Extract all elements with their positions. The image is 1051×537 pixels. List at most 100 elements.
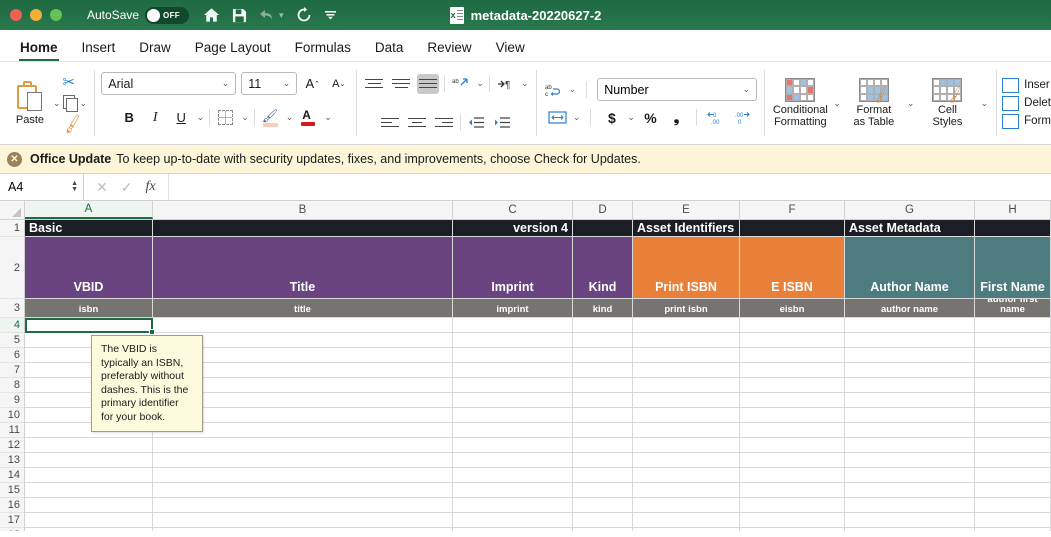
row-header-4[interactable]: 4 xyxy=(0,318,24,333)
cell-g4[interactable] xyxy=(845,318,975,333)
cell-g13[interactable] xyxy=(845,453,975,468)
cell-c14[interactable] xyxy=(453,468,573,483)
cell-b14[interactable] xyxy=(153,468,453,483)
row-header-5[interactable]: 5 xyxy=(0,333,24,348)
name-box[interactable]: A4 ▲ ▼ xyxy=(0,174,84,200)
tab-review[interactable]: Review xyxy=(415,40,483,61)
cell-d3[interactable]: kind xyxy=(573,299,633,318)
orientation-button[interactable]: ab xyxy=(450,73,471,94)
cell-h12[interactable] xyxy=(975,438,1051,453)
cell-e7[interactable] xyxy=(633,363,740,378)
column-header-h[interactable]: H xyxy=(975,201,1051,219)
cell-g17[interactable] xyxy=(845,513,975,528)
cell-f17[interactable] xyxy=(740,513,845,528)
fill-color-chevron-down-icon[interactable]: ⌄ xyxy=(286,112,294,123)
cell-b12[interactable] xyxy=(153,438,453,453)
cell-g14[interactable] xyxy=(845,468,975,483)
cell-a16[interactable] xyxy=(25,498,153,513)
cell-f12[interactable] xyxy=(740,438,845,453)
cell-g15[interactable] xyxy=(845,483,975,498)
row-header-15[interactable]: 15 xyxy=(0,483,24,498)
home-icon[interactable] xyxy=(203,7,220,23)
cell-d9[interactable] xyxy=(573,393,633,408)
tab-data[interactable]: Data xyxy=(363,40,416,61)
delete-cells-button[interactable]: Delet xyxy=(1002,95,1051,111)
cell-c17[interactable] xyxy=(453,513,573,528)
cell-d1[interactable] xyxy=(573,220,633,237)
increase-indent-button[interactable] xyxy=(492,112,513,133)
cell-b15[interactable] xyxy=(153,483,453,498)
cell-a17[interactable] xyxy=(25,513,153,528)
font-size-select[interactable]: 11 ⌄ xyxy=(241,72,298,95)
cell-g11[interactable] xyxy=(845,423,975,438)
autosave-toggle[interactable]: OFF xyxy=(145,6,190,24)
conditional-formatting-chevron-down-icon[interactable]: ⌄ xyxy=(833,98,841,109)
cell-a2[interactable]: VBID xyxy=(25,237,153,299)
cell-d7[interactable] xyxy=(573,363,633,378)
cell-f4[interactable] xyxy=(740,318,845,333)
increase-font-size-button[interactable]: A ⌃ xyxy=(302,73,323,94)
cell-f9[interactable] xyxy=(740,393,845,408)
cell-styles-button[interactable]: 🖌 Cell Styles xyxy=(919,78,975,128)
quick-access-toolbar[interactable]: ▾ xyxy=(203,7,337,23)
cell-f5[interactable] xyxy=(740,333,845,348)
cell-d13[interactable] xyxy=(573,453,633,468)
cell-d17[interactable] xyxy=(573,513,633,528)
cell-h9[interactable] xyxy=(975,393,1051,408)
cell-e12[interactable] xyxy=(633,438,740,453)
currency-chevron-down-icon[interactable]: ⌄ xyxy=(627,112,635,123)
cell-g1[interactable]: Asset Metadata xyxy=(845,220,975,237)
align-left-button[interactable] xyxy=(379,113,401,133)
cell-c5[interactable] xyxy=(453,333,573,348)
tab-draw[interactable]: Draw xyxy=(127,40,183,61)
text-direction-button[interactable]: ¶ xyxy=(495,73,516,94)
cell-c16[interactable] xyxy=(453,498,573,513)
paste-chevron-down-icon[interactable]: ⌄ xyxy=(53,98,61,109)
row-header-3[interactable]: 3 xyxy=(0,299,24,318)
cell-g2[interactable]: Author Name xyxy=(845,237,975,299)
cell-a13[interactable] xyxy=(25,453,153,468)
maximize-window-button[interactable] xyxy=(50,9,62,21)
comma-format-button[interactable]: ❟ xyxy=(666,107,687,128)
italic-button[interactable]: I xyxy=(145,107,166,128)
cell-c12[interactable] xyxy=(453,438,573,453)
cell-c6[interactable] xyxy=(453,348,573,363)
cell-e5[interactable] xyxy=(633,333,740,348)
cell-g12[interactable] xyxy=(845,438,975,453)
undo-chevron-down-icon[interactable]: ▾ xyxy=(279,10,284,21)
tab-view[interactable]: View xyxy=(484,40,537,61)
cell-e17[interactable] xyxy=(633,513,740,528)
font-color-button[interactable]: A xyxy=(298,107,319,128)
cell-a18[interactable] xyxy=(25,528,153,531)
autosave-control[interactable]: AutoSave OFF xyxy=(87,6,190,24)
cell-h8[interactable] xyxy=(975,378,1051,393)
cell-c18[interactable] xyxy=(453,528,573,531)
column-header-d[interactable]: D xyxy=(573,201,633,219)
cell-h3[interactable]: author first name xyxy=(975,299,1051,318)
cell-styles-chevron-down-icon[interactable]: ⌄ xyxy=(980,98,988,109)
merge-chevron-down-icon[interactable]: ⌄ xyxy=(573,112,581,123)
cell-c9[interactable] xyxy=(453,393,573,408)
cell-c11[interactable] xyxy=(453,423,573,438)
cell-f15[interactable] xyxy=(740,483,845,498)
fill-color-button[interactable]: 🖌 xyxy=(260,107,281,128)
close-window-button[interactable] xyxy=(10,9,22,21)
cell-h10[interactable] xyxy=(975,408,1051,423)
cell-g10[interactable] xyxy=(845,408,975,423)
row-header-12[interactable]: 12 xyxy=(0,438,24,453)
format-painter-button[interactable]: 🖌 xyxy=(61,114,88,135)
paste-button[interactable]: Paste xyxy=(7,80,53,126)
cell-a3[interactable]: isbn xyxy=(25,299,153,318)
cell-f13[interactable] xyxy=(740,453,845,468)
cell-b13[interactable] xyxy=(153,453,453,468)
window-controls[interactable] xyxy=(10,9,62,21)
save-icon[interactable] xyxy=(232,8,247,23)
cell-f18[interactable] xyxy=(740,528,845,531)
cell-a12[interactable] xyxy=(25,438,153,453)
orientation-chevron-down-icon[interactable]: ⌄ xyxy=(476,78,484,89)
cell-e11[interactable] xyxy=(633,423,740,438)
cell-h11[interactable] xyxy=(975,423,1051,438)
cell-g8[interactable] xyxy=(845,378,975,393)
minimize-window-button[interactable] xyxy=(30,9,42,21)
formula-input[interactable] xyxy=(167,174,1051,200)
